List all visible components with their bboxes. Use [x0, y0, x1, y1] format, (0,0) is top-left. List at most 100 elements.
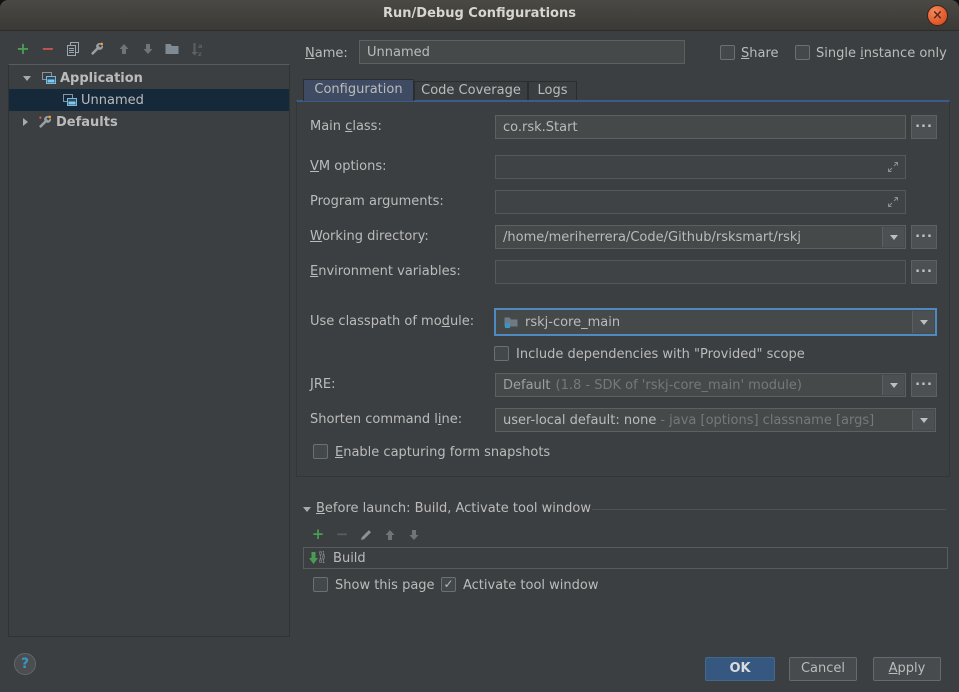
- label-part: nvironment variables:: [318, 264, 461, 279]
- tree-item-label: Unnamed: [81, 93, 144, 108]
- before-launch-title[interactable]: Before launch: Build, Activate tool wind…: [316, 501, 591, 516]
- tab-configuration[interactable]: Configuration: [303, 79, 414, 101]
- main-class-browse-button[interactable]: ...: [911, 115, 937, 139]
- classpath-module-label: Use classpath of module:: [310, 314, 474, 329]
- jre-dropdown-button[interactable]: [882, 375, 904, 395]
- copy-configuration-button[interactable]: [65, 41, 81, 57]
- folder-icon: [164, 41, 180, 57]
- working-directory-combobox[interactable]: /home/meriherrera/Code/Github/rsksmart/r…: [495, 225, 906, 249]
- build-icon: [309, 551, 318, 565]
- jre-browse-button[interactable]: ...: [911, 373, 937, 397]
- tab-logs[interactable]: Logs: [528, 81, 577, 101]
- label-part: Program ar: [310, 194, 382, 209]
- capture-snapshots-checkbox[interactable]: [313, 444, 328, 459]
- before-launch-move-down-button[interactable]: [406, 527, 422, 543]
- edit-defaults-button[interactable]: [89, 41, 105, 57]
- build-item-label: Build: [333, 551, 366, 566]
- label-part: N: [305, 46, 315, 61]
- show-this-page-checkbox[interactable]: [313, 577, 328, 592]
- ok-button[interactable]: OK: [705, 657, 775, 681]
- remove-icon: −: [336, 525, 349, 543]
- vm-options-input[interactable]: [495, 155, 906, 179]
- main-class-value: co.rsk.Start: [503, 120, 578, 135]
- single-instance-checkbox[interactable]: [795, 45, 810, 60]
- svg-text:z: z: [198, 50, 202, 57]
- label-part: nstance only: [864, 46, 947, 61]
- include-provided-checkbox[interactable]: [494, 346, 509, 361]
- tree-item-defaults[interactable]: Defaults: [9, 111, 289, 133]
- pencil-icon: [358, 527, 374, 543]
- share-checkbox[interactable]: [720, 45, 735, 60]
- share-label[interactable]: Share: [741, 46, 779, 61]
- shorten-dropdown-button[interactable]: [912, 410, 934, 430]
- tab-code-coverage[interactable]: Code Coverage: [414, 81, 528, 101]
- remove-configuration-button[interactable]: −: [40, 41, 56, 57]
- tree-item-application[interactable]: Application: [9, 67, 289, 89]
- before-launch-add-button[interactable]: +: [310, 527, 326, 543]
- shorten-command-line-combobox[interactable]: user-local default: none - java [options…: [495, 408, 936, 432]
- expand-field-icon[interactable]: [886, 160, 900, 174]
- environment-variables-input[interactable]: [495, 260, 906, 284]
- single-instance-label[interactable]: Single instance only: [816, 46, 947, 61]
- move-down-button[interactable]: [140, 41, 156, 57]
- help-icon: ?: [21, 656, 29, 672]
- expand-arrow-icon[interactable]: [23, 76, 31, 81]
- chevron-down-icon: [890, 383, 898, 388]
- close-button[interactable]: ×: [927, 5, 948, 26]
- classpath-module-combobox[interactable]: rskj-core_main: [495, 309, 936, 335]
- label-part: E: [335, 445, 343, 460]
- environment-variables-browse-button[interactable]: ...: [911, 260, 937, 284]
- jre-value-detail: (1.8 - SDK of 'rskj-core_main' module): [556, 378, 802, 393]
- classpath-module-dropdown-button[interactable]: [912, 311, 934, 333]
- ellipsis-icon: ...: [915, 374, 933, 389]
- label-part: ame:: [315, 46, 348, 61]
- tree-item-label: Application: [60, 71, 143, 86]
- wrench-icon: [89, 41, 105, 57]
- label-part: orking directory:: [322, 229, 429, 244]
- module-icon: [503, 314, 519, 330]
- working-directory-dropdown-button[interactable]: [882, 227, 904, 247]
- tab-label: Configuration: [314, 82, 402, 97]
- expand-field-icon[interactable]: [886, 195, 900, 209]
- tab-label: Code Coverage: [421, 83, 521, 98]
- move-up-button[interactable]: [116, 41, 132, 57]
- ellipsis-icon: ...: [915, 116, 933, 131]
- label-part: A: [889, 661, 898, 676]
- add-configuration-button[interactable]: +: [15, 41, 31, 57]
- chevron-down-icon: [920, 320, 928, 325]
- show-this-page-label[interactable]: Show this page: [335, 578, 435, 593]
- before-launch-remove-button[interactable]: −: [334, 527, 350, 543]
- tab-label: Logs: [538, 83, 568, 98]
- apply-button[interactable]: Apply: [873, 657, 941, 681]
- jre-label: JRE:: [310, 377, 335, 392]
- vm-options-label: VM options:: [310, 159, 387, 174]
- activate-tool-window-checkbox[interactable]: ✓: [441, 577, 456, 592]
- name-input[interactable]: Unnamed: [359, 40, 685, 64]
- include-provided-label[interactable]: Include dependencies with "Provided" sco…: [516, 347, 805, 362]
- sort-configurations-button[interactable]: a z: [188, 41, 204, 57]
- capture-snapshots-label[interactable]: Enable capturing form snapshots: [335, 445, 550, 460]
- label-part: pply: [898, 661, 926, 676]
- jre-combobox[interactable]: Default (1.8 - SDK of 'rskj-core_main' m…: [495, 373, 906, 397]
- create-folder-button[interactable]: [164, 41, 180, 57]
- before-launch-move-up-button[interactable]: [382, 527, 398, 543]
- before-launch-item-build[interactable]: 011001 Build: [303, 547, 948, 569]
- collapse-arrow-icon[interactable]: [23, 118, 28, 126]
- label-part: E: [310, 264, 318, 279]
- main-class-input[interactable]: co.rsk.Start: [495, 115, 906, 139]
- titlebar[interactable]: Run/Debug Configurations ×: [0, 0, 959, 31]
- before-launch-edit-button[interactable]: [358, 527, 374, 543]
- window-title: Run/Debug Configurations: [0, 6, 959, 21]
- program-arguments-input[interactable]: [495, 190, 906, 214]
- build-icon-bits: 011001: [319, 552, 325, 564]
- activate-tool-window-label[interactable]: Activate tool window: [463, 578, 598, 593]
- tree-item-unnamed[interactable]: Unnamed: [9, 89, 289, 111]
- working-directory-browse-button[interactable]: ...: [911, 225, 937, 249]
- help-button[interactable]: ?: [14, 653, 36, 675]
- svg-text:a: a: [198, 42, 202, 50]
- label-part: B: [316, 501, 325, 516]
- before-launch-collapse-icon[interactable]: [303, 507, 311, 512]
- label-part: Build, Activate tool window: [410, 501, 591, 516]
- cancel-button[interactable]: Cancel: [789, 657, 857, 681]
- label-part: ne:: [442, 412, 463, 427]
